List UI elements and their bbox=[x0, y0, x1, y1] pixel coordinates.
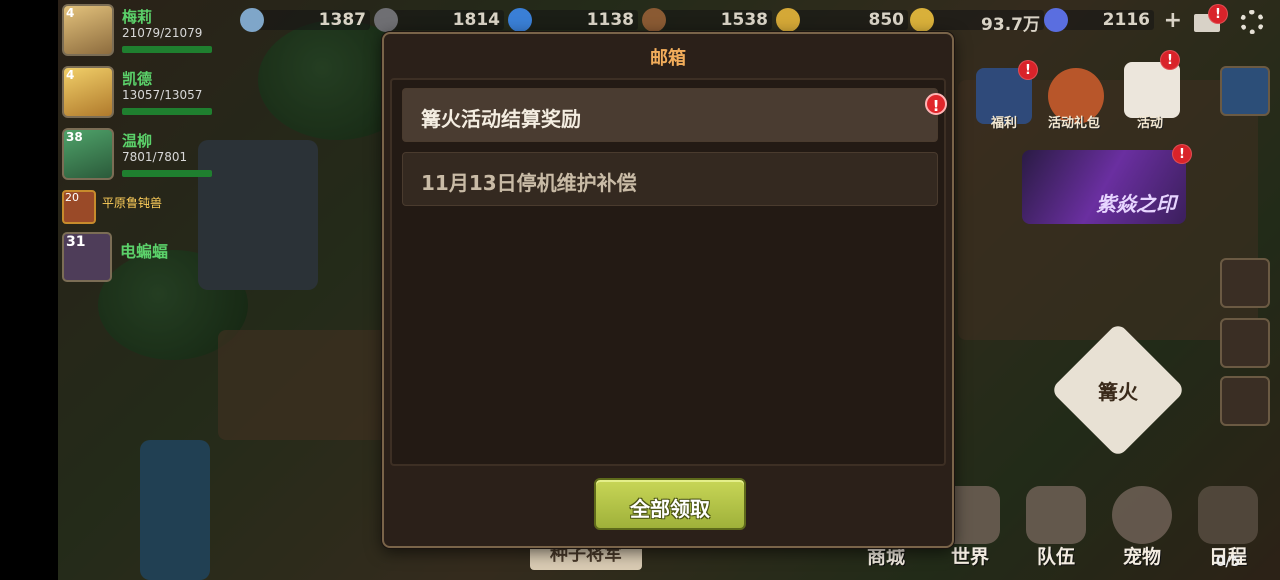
resource-value: 850 bbox=[868, 10, 905, 30]
event-banner[interactable]: 紫焱之印 bbox=[1022, 150, 1186, 224]
member-hp: 7801/7801 bbox=[122, 150, 188, 164]
party-list: 4 梅莉 21079/21079 4 凯德 13057/13057 38 温柳 … bbox=[62, 4, 222, 190]
member-hp: 13057/13057 bbox=[122, 88, 203, 102]
bonfire-label[interactable]: 篝火 bbox=[1078, 376, 1158, 405]
gem-icon bbox=[508, 8, 532, 32]
nav-label: 队伍 bbox=[1036, 546, 1075, 568]
member-name: 温柳 bbox=[122, 132, 153, 150]
resource-coin: 93.7万 bbox=[910, 8, 1044, 35]
event-label[interactable]: 活动 bbox=[1110, 112, 1190, 131]
resource-wood: 1538 bbox=[642, 8, 772, 32]
claim-all-label: 全部领取 bbox=[630, 497, 710, 521]
calendar-icon[interactable] bbox=[1124, 62, 1180, 118]
party-member[interactable]: 4 梅莉 21079/21079 bbox=[62, 4, 222, 66]
mail-icon[interactable]: ! bbox=[1190, 4, 1230, 36]
event-pack-label[interactable]: 活动礼包 bbox=[1034, 112, 1114, 131]
crystal-icon bbox=[240, 8, 264, 32]
resource-diamond: 2116 + bbox=[1044, 8, 1182, 33]
resource-gem: 1138 bbox=[508, 8, 638, 32]
member-hp: 21079/21079 bbox=[122, 26, 203, 40]
mail-item[interactable]: 篝火活动结算奖励 ! bbox=[402, 88, 947, 142]
mail-subject: 11月13日停机维护补偿 bbox=[421, 171, 637, 195]
resource-value: 1814 bbox=[452, 10, 500, 30]
member-level: 4 bbox=[66, 6, 75, 20]
pet-slot[interactable]: 31 电蝙蝠 bbox=[62, 232, 212, 284]
resource-value: 1538 bbox=[720, 10, 768, 30]
notification-badge: ! bbox=[1172, 144, 1192, 164]
pet-name: 电蝙蝠 bbox=[120, 242, 169, 261]
add-diamond-button[interactable]: + bbox=[1164, 8, 1182, 33]
mail-subject: 篝火活动结算奖励 bbox=[421, 107, 581, 131]
settings-gear-icon[interactable] bbox=[1236, 4, 1276, 36]
pet-level: 31 bbox=[66, 234, 86, 250]
dialog-title: 邮箱 bbox=[650, 48, 686, 69]
hp-bar bbox=[122, 108, 212, 115]
coin-icon bbox=[910, 8, 934, 32]
paw-icon bbox=[1112, 486, 1172, 544]
egg-shortcut-icon[interactable] bbox=[1220, 376, 1270, 426]
member-name: 凯德 bbox=[122, 70, 153, 88]
avatar-icon[interactable] bbox=[1220, 66, 1270, 116]
resource-crystal: 1387 bbox=[240, 8, 370, 32]
team-helmet-icon bbox=[1026, 486, 1086, 544]
mailbox-dialog: 邮箱 篝火活动结算奖励 ! 11月13日停机维护补偿 全部领取 bbox=[382, 32, 954, 548]
nav-label: 宠物 bbox=[1122, 546, 1161, 568]
member-level: 38 bbox=[66, 130, 83, 144]
ore-icon bbox=[374, 8, 398, 32]
hp-bar bbox=[122, 170, 212, 177]
schedule-icon bbox=[1198, 486, 1258, 544]
pet-level: 20 bbox=[65, 191, 79, 204]
party-member[interactable]: 38 温柳 7801/7801 bbox=[62, 128, 222, 190]
resource-wheat: 850 bbox=[776, 8, 908, 32]
ship-shortcut-icon[interactable] bbox=[1220, 318, 1270, 368]
unread-alert-icon: ! bbox=[925, 93, 947, 115]
wood-icon bbox=[642, 8, 666, 32]
wheat-shortcut-icon[interactable] bbox=[1220, 258, 1270, 308]
claim-all-button[interactable]: 全部领取 bbox=[594, 478, 746, 530]
member-level: 4 bbox=[66, 68, 75, 82]
resource-value: 93.7万 bbox=[981, 15, 1040, 35]
notification-badge: ! bbox=[1160, 50, 1180, 70]
member-name: 梅莉 bbox=[122, 8, 153, 26]
diamond-icon bbox=[1044, 8, 1068, 32]
mail-list: 篝火活动结算奖励 ! 11月13日停机维护补偿 bbox=[390, 78, 947, 466]
resource-ore: 1814 bbox=[374, 8, 504, 32]
mail-item[interactable]: 11月13日停机维护补偿 bbox=[402, 152, 938, 206]
notification-badge: ! bbox=[1208, 4, 1228, 24]
party-member[interactable]: 4 凯德 13057/13057 bbox=[62, 66, 222, 128]
resource-value: 2116 bbox=[1102, 10, 1150, 30]
screen-edge bbox=[0, 0, 58, 580]
pet-name: 平原鲁钝兽 bbox=[102, 196, 163, 210]
companion-slot[interactable]: 20 平原鲁钝兽 bbox=[62, 190, 242, 224]
schedule-progress: 0/5 bbox=[1215, 554, 1241, 570]
nav-pet[interactable]: 宠物 bbox=[1104, 486, 1180, 568]
notification-badge: ! bbox=[1018, 60, 1038, 80]
resource-value: 1387 bbox=[318, 10, 366, 30]
hp-bar bbox=[122, 46, 212, 53]
nav-team[interactable]: 队伍 bbox=[1018, 486, 1094, 568]
welfare-label[interactable]: 福利 bbox=[964, 112, 1044, 131]
resource-value: 1138 bbox=[586, 10, 634, 30]
wheat-icon bbox=[776, 8, 800, 32]
banner-title: 紫焱之印 bbox=[1096, 192, 1176, 216]
